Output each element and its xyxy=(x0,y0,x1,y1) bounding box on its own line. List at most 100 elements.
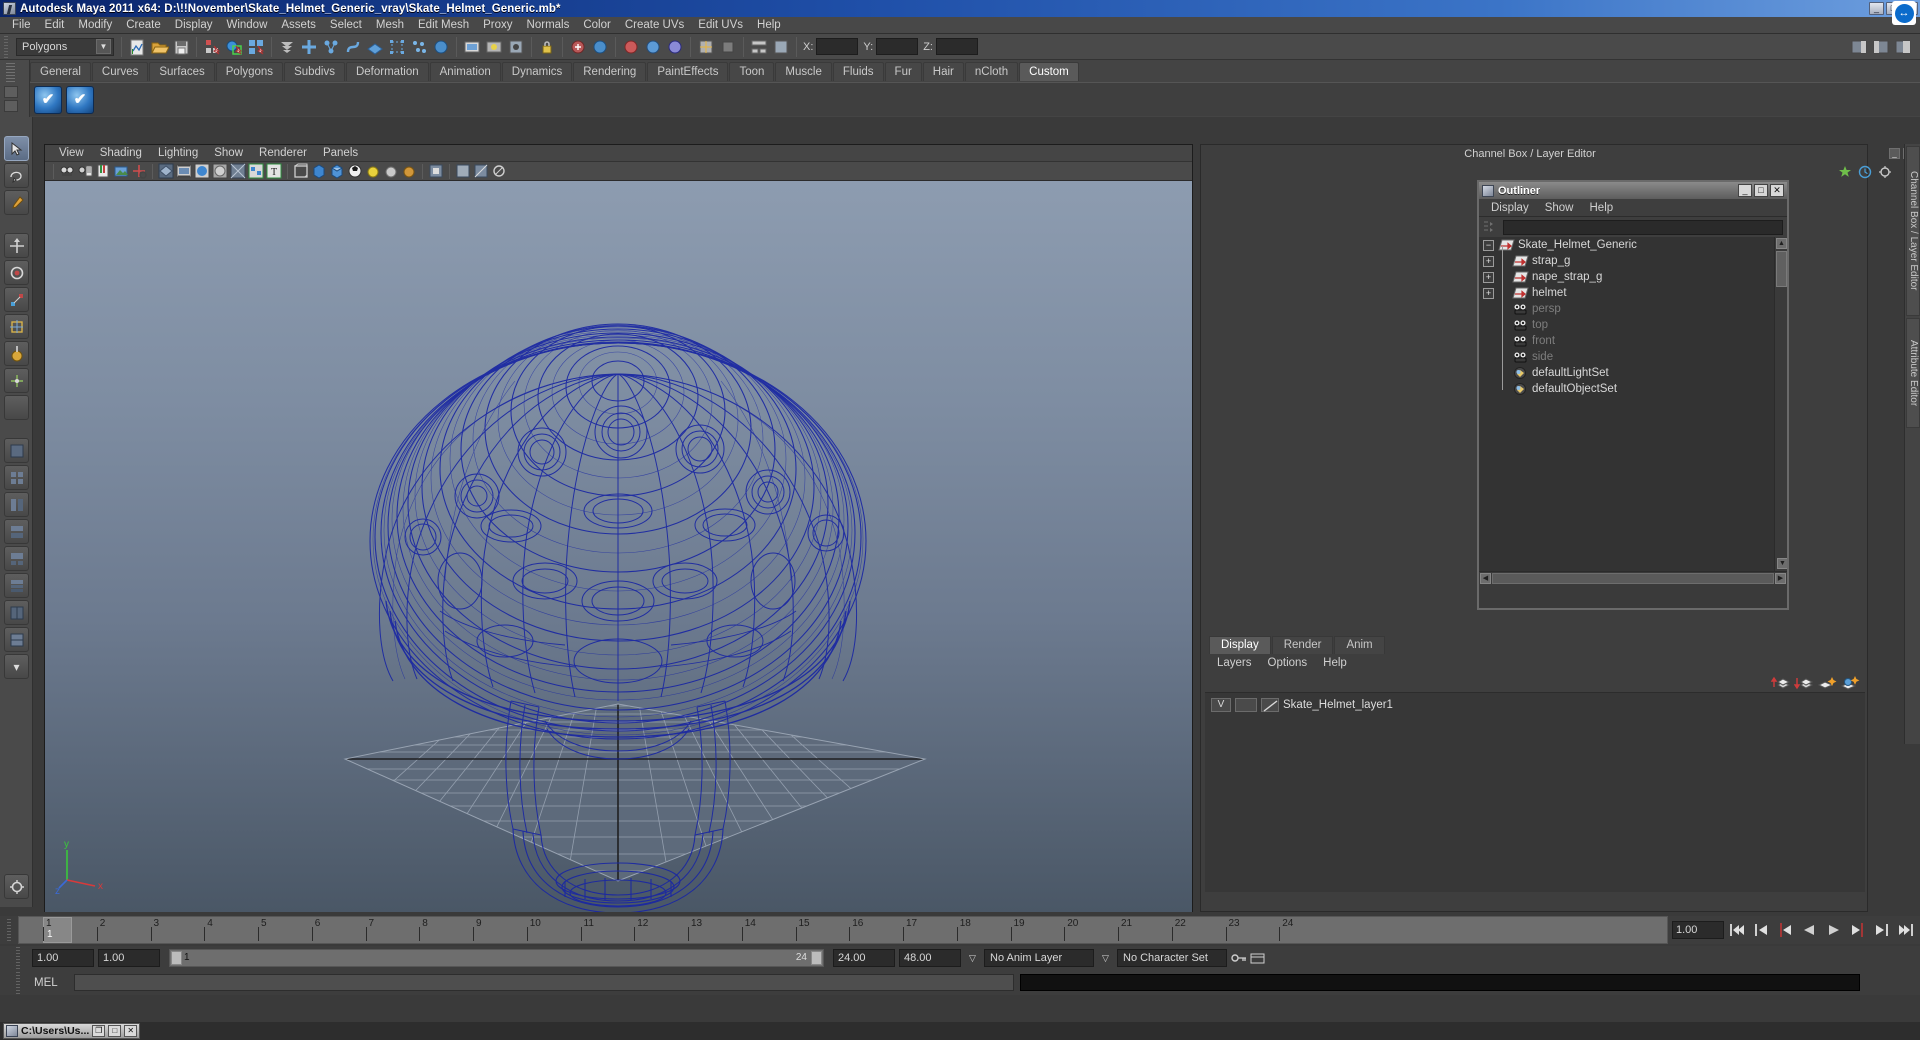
channel-box-star-icon[interactable] xyxy=(1838,165,1852,182)
box-with-top-icon[interactable] xyxy=(329,163,345,179)
last-tool-used[interactable] xyxy=(4,395,29,420)
outliner-row[interactable]: front xyxy=(1479,326,1787,349)
film-gate-icon[interactable] xyxy=(473,163,489,179)
select-by-hierarchy-icon[interactable] xyxy=(202,37,222,57)
menu-item-assets[interactable]: Assets xyxy=(274,18,323,33)
outliner-row[interactable]: + strap_g xyxy=(1479,246,1787,269)
light-yellow-icon[interactable] xyxy=(365,163,381,179)
exposure-icon[interactable] xyxy=(491,163,507,179)
outliner-minimize-button[interactable]: _ xyxy=(1738,184,1752,197)
scroll-right-arrow-icon[interactable]: ▶ xyxy=(1775,573,1786,584)
snap-to-plane-icon[interactable] xyxy=(365,37,385,57)
paint-select-tool[interactable] xyxy=(4,190,29,215)
output-connections-icon[interactable] xyxy=(590,37,610,57)
single-perspective-layout[interactable] xyxy=(4,438,29,463)
move-layer-up-icon[interactable] xyxy=(1770,675,1791,690)
layer-menu-layers[interactable]: Layers xyxy=(1209,655,1260,671)
show-manipulator-tool[interactable] xyxy=(4,368,29,393)
play-backwards-icon[interactable] xyxy=(1799,920,1820,940)
range-bar[interactable]: 1 24 xyxy=(169,949,824,967)
scroll-left-arrow-icon[interactable]: ◀ xyxy=(1480,573,1491,584)
go-to-start-icon[interactable] xyxy=(1727,920,1748,940)
render-current-frame-icon[interactable] xyxy=(462,37,482,57)
outliner-row[interactable]: side xyxy=(1479,342,1787,365)
texture-display-icon[interactable] xyxy=(248,163,264,179)
shelf-tab-fluids[interactable]: Fluids xyxy=(832,62,884,81)
play-forwards-icon[interactable] xyxy=(1823,920,1844,940)
show-manipulator-icon[interactable] xyxy=(696,37,716,57)
new-scene-icon[interactable] xyxy=(127,37,147,57)
menu-item-color[interactable]: Color xyxy=(576,18,617,33)
construction-history-icon[interactable] xyxy=(431,37,451,57)
character-set-field[interactable]: No Character Set xyxy=(1117,949,1227,967)
shelf-tab-custom[interactable]: Custom xyxy=(1019,62,1079,81)
wireframe-shading-icon[interactable] xyxy=(158,163,174,179)
shelf-tab-rendering[interactable]: Rendering xyxy=(573,62,647,81)
hypergraph-icon[interactable] xyxy=(749,37,769,57)
shelf-tab-painteffects[interactable]: PaintEffects xyxy=(647,62,729,81)
menu-item-create[interactable]: Create xyxy=(119,18,168,33)
new-layer-icon[interactable] xyxy=(1817,675,1837,690)
menu-item-file[interactable]: File xyxy=(5,18,38,33)
menu-item-modify[interactable]: Modify xyxy=(71,18,119,33)
anim-layer-chevron-icon[interactable]: ▽ xyxy=(965,950,980,966)
persp-graph-hypergraph-layout[interactable] xyxy=(4,573,29,598)
key-icon[interactable] xyxy=(1231,950,1246,966)
character-set-chevron-icon[interactable]: ▽ xyxy=(1098,950,1113,966)
step-forward-frame-icon[interactable] xyxy=(1847,920,1868,940)
expand-icon[interactable]: + xyxy=(1483,271,1494,283)
command-language-label[interactable]: MEL xyxy=(34,977,68,989)
channel-box-minimize[interactable]: _ xyxy=(1889,148,1900,159)
tab-attribute-editor[interactable]: Attribute Editor xyxy=(1906,318,1920,428)
save-scene-icon[interactable] xyxy=(171,37,191,57)
outliner-row[interactable]: + nape_strap_g xyxy=(1479,262,1787,285)
shelf-tab-dynamics[interactable]: Dynamics xyxy=(501,62,573,81)
shelf-tab-toon[interactable]: Toon xyxy=(729,62,775,81)
layer-tab-render[interactable]: Render xyxy=(1271,636,1334,654)
outliner-row[interactable]: defaultObjectSet xyxy=(1479,374,1787,397)
menu-item-create-uvs[interactable]: Create UVs xyxy=(618,18,691,33)
component-mask-icon[interactable] xyxy=(277,37,297,57)
select-tool[interactable] xyxy=(4,136,29,161)
ipr-render-icon[interactable] xyxy=(484,37,504,57)
command-line-gripper[interactable] xyxy=(15,971,25,994)
show-hide-channel-box-icon[interactable] xyxy=(1893,37,1913,57)
collapse-icon[interactable]: − xyxy=(1483,239,1494,251)
outliner-row[interactable]: top xyxy=(1479,310,1787,333)
selection-mask-combo[interactable]: Polygons ▼ xyxy=(16,37,114,56)
open-scene-icon[interactable] xyxy=(149,37,170,57)
menu-item-edit[interactable]: Edit xyxy=(38,18,72,33)
outliner-row[interactable]: − Skate_Helmet_Generic xyxy=(1479,237,1787,253)
hypershade-persp-layout[interactable] xyxy=(4,546,29,571)
step-forward-key-icon[interactable] xyxy=(1871,920,1892,940)
show-hide-sidebar-icon[interactable] xyxy=(1849,37,1869,57)
make-live-icon[interactable] xyxy=(409,37,429,57)
persp-graph-layout[interactable] xyxy=(4,519,29,544)
layer-row[interactable]: V Skate_Helmet_layer1 xyxy=(1205,696,1865,713)
light-grey-icon[interactable] xyxy=(383,163,399,179)
menu-item-help[interactable]: Help xyxy=(750,18,788,33)
smooth-shade-all-icon[interactable] xyxy=(176,163,192,179)
shaded-box-icon[interactable] xyxy=(311,163,327,179)
outliner-menu-display[interactable]: Display xyxy=(1483,200,1537,216)
minimize-button[interactable]: _ xyxy=(1869,2,1884,15)
layer-list[interactable]: V Skate_Helmet_layer1 xyxy=(1205,692,1865,892)
universal-manipulator-tool[interactable] xyxy=(4,314,29,339)
channel-box-gear-icon[interactable] xyxy=(1878,165,1892,182)
shelf-options-icon[interactable] xyxy=(4,86,18,98)
anim-layer-field[interactable]: No Anim Layer xyxy=(984,949,1094,967)
shelf-tab-muscle[interactable]: Muscle xyxy=(775,62,832,81)
outliner-filter-icon[interactable] xyxy=(1483,220,1499,234)
snap-to-point-icon[interactable] xyxy=(343,37,363,57)
rotate-tool[interactable] xyxy=(4,260,29,285)
range-slider-gripper[interactable] xyxy=(15,947,25,969)
shelf-tab-hair[interactable]: Hair xyxy=(922,62,964,81)
hardware-texturing-icon[interactable] xyxy=(347,163,363,179)
soft-modification-tool[interactable] xyxy=(4,341,29,366)
layer-editor-tabs[interactable]: Display Render Anim xyxy=(1205,636,1865,654)
taskbar-close-button[interactable]: ✕ xyxy=(124,1025,138,1037)
outliner-close-button[interactable]: ✕ xyxy=(1770,184,1784,197)
shelf-tabs[interactable]: General Curves Surfaces Polygons Subdivs Defo… xyxy=(30,62,1080,82)
step-back-key-icon[interactable] xyxy=(1751,920,1772,940)
animation-end-field[interactable]: 48.00 xyxy=(899,949,961,967)
